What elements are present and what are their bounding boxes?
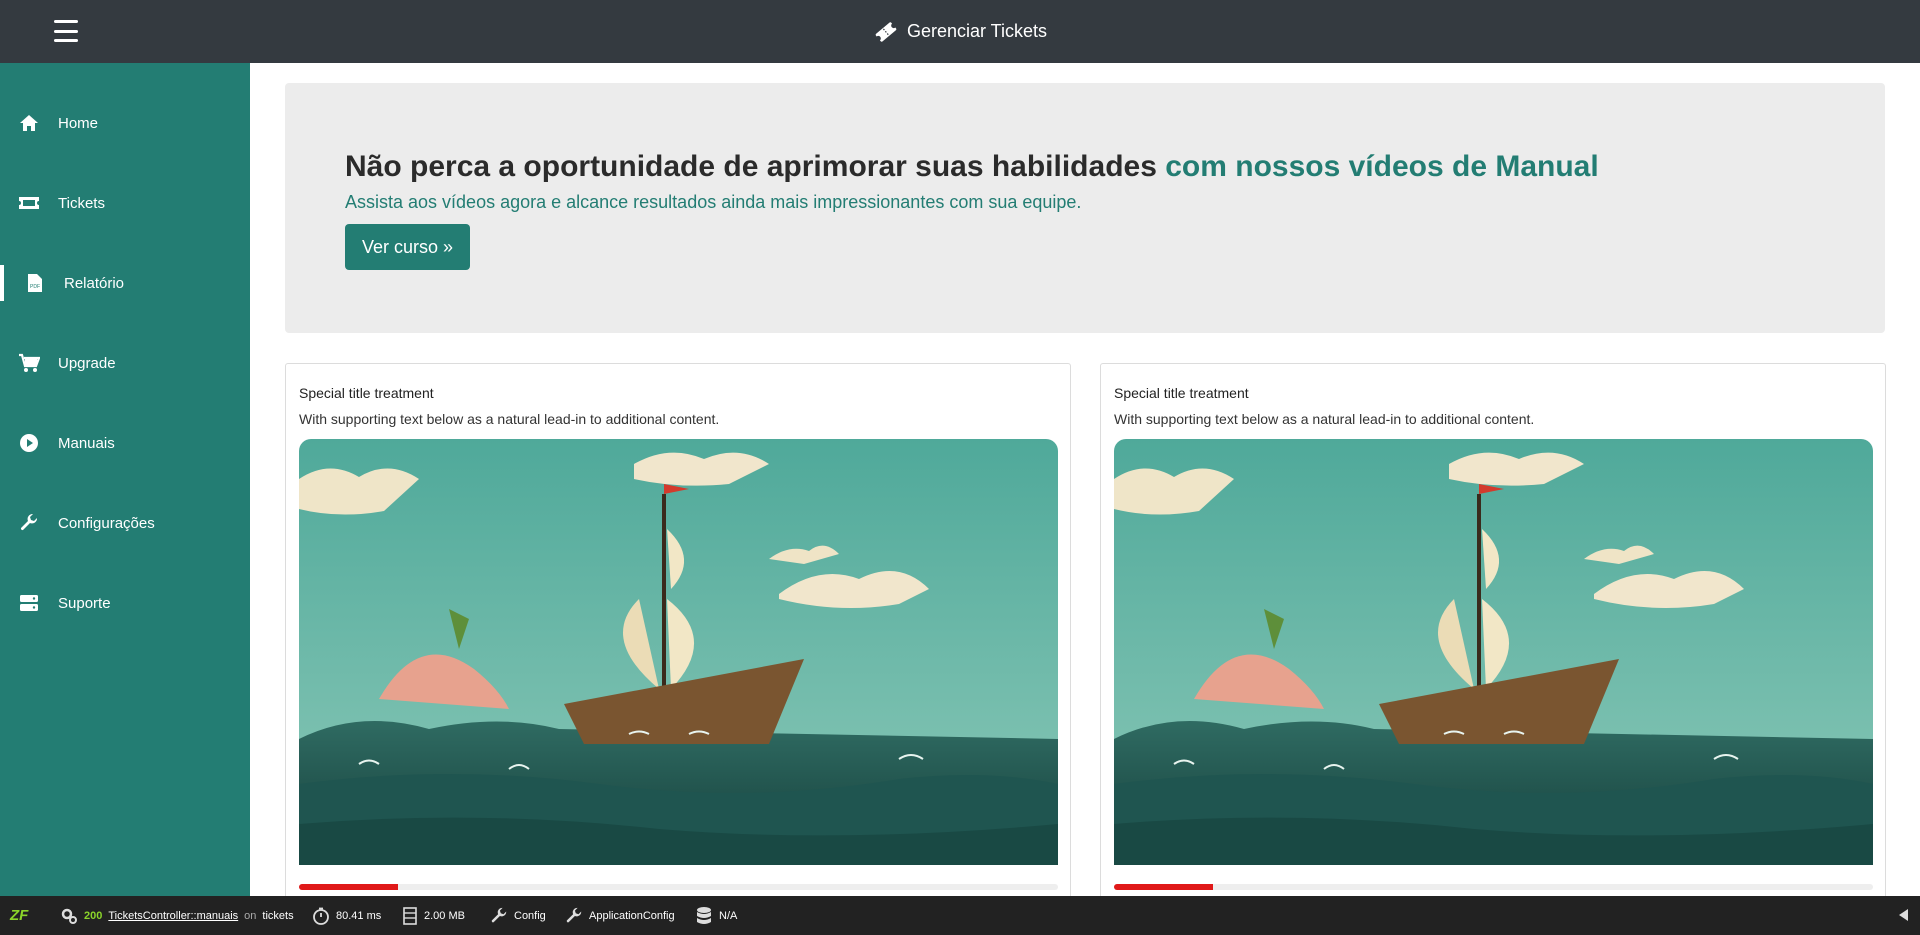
sidebar-item-label: Home <box>58 114 99 132</box>
card-text: With supporting text below as a natural … <box>1114 411 1535 427</box>
database-icon <box>697 906 711 924</box>
wrench-icon <box>491 907 507 922</box>
cart-icon <box>18 352 40 374</box>
video-card: Special title treatment With supporting … <box>1100 363 1886 903</box>
controller-action[interactable]: TicketsController::manuais <box>108 910 238 922</box>
on-label: on <box>244 909 257 922</box>
debug-toolbar: ZF 200 TicketsController::manuais on tic… <box>0 896 1920 935</box>
config-info[interactable]: Config <box>490 896 546 935</box>
progress-fill <box>1114 884 1213 890</box>
sidebar-item-label: Configurações <box>58 514 155 532</box>
video-card: Special title treatment With supporting … <box>285 363 1071 903</box>
jumbotron-title: Não perca a oportunidade de aprimorar su… <box>345 150 1599 184</box>
wrench-icon <box>566 907 582 922</box>
ver-curso-button[interactable]: Ver curso » <box>345 224 470 270</box>
sidebar-item-upgrade[interactable]: Upgrade <box>0 333 250 393</box>
card-text: With supporting text below as a natural … <box>299 411 720 427</box>
collapse-toolbar-icon[interactable] <box>1899 909 1908 921</box>
wrench-icon <box>18 512 40 534</box>
status-code: 200 <box>84 909 103 922</box>
timer-info[interactable]: 80.41 ms <box>312 896 381 935</box>
ticket-brand-icon <box>875 21 897 42</box>
sidebar-item-tickets[interactable]: Tickets <box>0 173 250 233</box>
gears-icon <box>61 908 77 924</box>
memory-icon <box>403 906 417 925</box>
home-icon <box>18 112 40 134</box>
config-label: Config <box>514 909 546 922</box>
stopwatch-icon <box>313 907 329 925</box>
play-circle-icon <box>18 432 40 454</box>
request-time: 80.41 ms <box>336 909 382 922</box>
app-config-label: ApplicationConfig <box>589 909 675 922</box>
card-title: Special title treatment <box>299 385 434 401</box>
sidebar-item-manuais[interactable]: Manuais <box>0 413 250 473</box>
db-info[interactable]: N/A <box>695 896 737 935</box>
server-icon <box>18 592 40 614</box>
sidebar-item-label: Relatório <box>64 274 125 292</box>
jumbotron-lead: Assista aos vídeos agora e alcance resul… <box>345 192 1082 212</box>
sidebar-item-label: Tickets <box>58 194 105 212</box>
video-thumbnail[interactable] <box>1114 439 1873 865</box>
sidebar-item-relatorio[interactable]: PDF Relatório <box>0 253 250 313</box>
brand: Gerenciar Tickets <box>0 0 1920 63</box>
promo-jumbotron: Não perca a oportunidade de aprimorar su… <box>285 83 1885 333</box>
video-progress-bar[interactable] <box>299 884 1058 890</box>
jumbotron-title-highlight: com nossos vídeos de Manual <box>1165 150 1599 183</box>
app-config-info[interactable]: ApplicationConfig <box>565 896 675 935</box>
ticket-icon <box>18 192 40 214</box>
ship-illustration <box>1114 439 1873 865</box>
pdf-file-icon: PDF <box>24 272 46 294</box>
memory-usage: 2.00 MB <box>424 909 465 922</box>
sidebar-item-suporte[interactable]: Suporte <box>0 573 250 633</box>
progress-fill <box>299 884 398 890</box>
page-title: Gerenciar Tickets <box>906 21 1048 41</box>
sidebar-item-label: Manuais <box>58 434 115 452</box>
svg-text:PDF: PDF <box>30 284 40 290</box>
top-navbar: Gerenciar Tickets <box>0 0 1920 63</box>
sidebar-item-label: Suporte <box>58 594 111 612</box>
jumbotron-title-main: Não perca a oportunidade de aprimorar su… <box>345 150 1157 183</box>
request-info[interactable]: 200 TicketsController::manuais on ticket… <box>60 896 294 935</box>
db-status: N/A <box>719 909 738 922</box>
sidebar-item-configuracoes[interactable]: Configurações <box>0 493 250 553</box>
memory-info[interactable]: 2.00 MB <box>402 896 465 935</box>
zf-logo-icon[interactable]: ZF <box>10 896 28 935</box>
ship-illustration <box>299 439 1058 865</box>
video-progress-bar[interactable] <box>1114 884 1873 890</box>
card-title: Special title treatment <box>1114 385 1249 401</box>
sidebar-item-label: Upgrade <box>58 354 116 372</box>
sidebar-item-home[interactable]: Home <box>0 93 250 153</box>
video-thumbnail[interactable] <box>299 439 1058 865</box>
sidebar: Home Tickets PDF Relatório Upgrade Manua… <box>0 63 250 896</box>
route-name: tickets <box>262 909 294 922</box>
